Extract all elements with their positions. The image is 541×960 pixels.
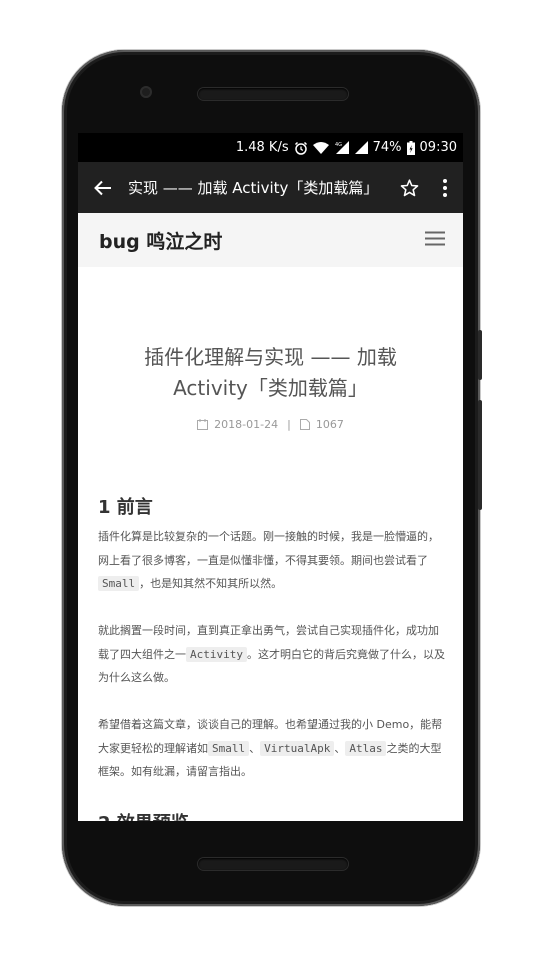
- front-camera: [140, 86, 152, 98]
- app-bar: 实现 —— 加载 Activity「类加载篇」: [78, 162, 463, 213]
- inline-code: Small: [98, 576, 140, 591]
- inline-code: Atlas: [345, 740, 387, 756]
- post-date: 2018-01-24: [214, 418, 279, 431]
- status-bar: 1.48 K/s 4G 74% 09:30: [78, 133, 463, 162]
- post-meta: 2018-01-24 | 1067: [78, 418, 463, 431]
- svg-text:4G: 4G: [335, 142, 342, 148]
- section-heading: 1 前言: [98, 497, 153, 518]
- inline-code: Activity: [186, 646, 247, 662]
- wifi-icon: [312, 141, 329, 154]
- battery-icon: [406, 140, 415, 155]
- star-icon: [400, 178, 418, 196]
- screen: 1.48 K/s 4G 74% 09:30 实现 —— 加载 Activity「…: [78, 133, 463, 821]
- battery-percent: 74%: [372, 140, 402, 155]
- hamburger-icon: [425, 231, 445, 245]
- site-header: bug 鸣泣之时: [78, 213, 463, 267]
- page-title: 实现 —— 加载 Activity「类加载篇」: [128, 179, 379, 197]
- file-icon: [299, 419, 310, 430]
- top-speaker: [198, 88, 348, 100]
- paragraph: 就此搁置一段时间，直到真正拿出勇气，尝试自己实现插件化，成功加载了四大组件之一 A…: [98, 624, 445, 684]
- bottom-speaker: [198, 858, 348, 870]
- site-brand[interactable]: bug 鸣泣之时: [99, 227, 222, 254]
- more-vertical-icon: [443, 178, 447, 197]
- article: 插件化理解与实现 —— 加载 Activity「类加载篇」 2018-01-24…: [78, 267, 463, 821]
- section-heading: 2 效果预览: [98, 809, 189, 821]
- word-count: 1067: [315, 418, 344, 431]
- power-button: [478, 330, 482, 380]
- clock: 09:30: [419, 140, 457, 155]
- menu-button[interactable]: [425, 231, 445, 250]
- calendar-icon: [197, 419, 209, 430]
- data-signal-icon: 4G: [334, 141, 350, 154]
- signal-icon: [354, 141, 368, 154]
- inline-code: Small: [208, 740, 250, 756]
- paragraph: 希望借着这篇文章，谈谈自己的理解。也希望通过我的小 Demo，能帮大家更轻松的理…: [98, 718, 443, 778]
- volume-button: [478, 400, 482, 510]
- inline-code: VirtualApk: [260, 740, 335, 756]
- back-arrow-icon: [94, 180, 111, 195]
- meta-separator: |: [287, 418, 291, 431]
- alarm-icon: [294, 141, 308, 155]
- post-title: 插件化理解与实现 —— 加载 Activity「类加载篇」: [144, 345, 397, 400]
- paragraph: 插件化算是比较复杂的一个话题。刚一接触的时候，我是一脸懵逼的，网上看了很多博客，…: [98, 530, 439, 591]
- network-speed: 1.48 K/s: [235, 140, 289, 155]
- back-button[interactable]: [78, 180, 128, 196]
- bookmark-button[interactable]: [391, 178, 427, 197]
- overflow-menu-button[interactable]: [427, 178, 463, 197]
